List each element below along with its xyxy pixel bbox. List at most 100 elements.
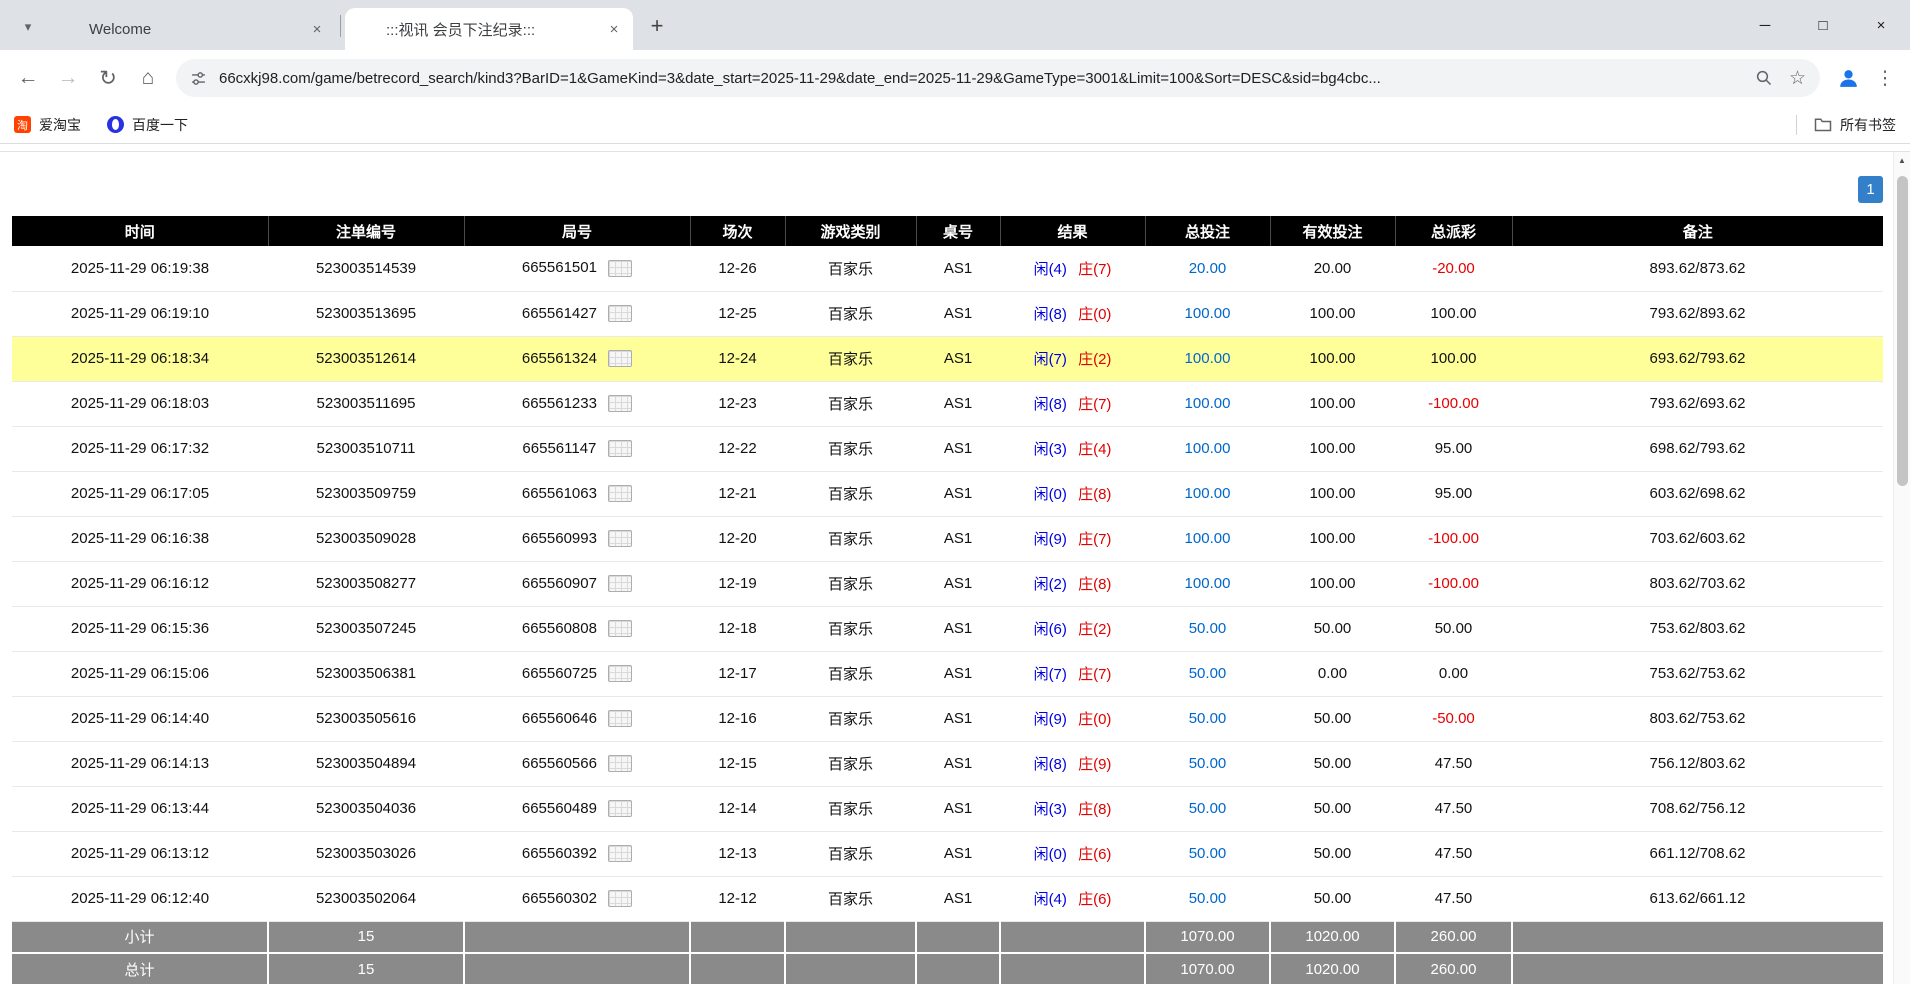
- cell-payout: 95.00: [1395, 471, 1512, 516]
- zoom-icon[interactable]: [1755, 69, 1773, 87]
- game-road-icon[interactable]: [608, 305, 632, 322]
- cell-valid-bet: 100.00: [1270, 561, 1395, 606]
- cell-time: 2025-11-29 06:15:36: [12, 606, 268, 651]
- scrollbar-up-icon[interactable]: ▲: [1894, 152, 1910, 169]
- table-row[interactable]: 2025-11-29 06:13:44 523003504036 6655604…: [12, 786, 1883, 831]
- game-road-icon[interactable]: [608, 755, 632, 772]
- table-row[interactable]: 2025-11-29 06:17:32 523003510711 6655611…: [12, 426, 1883, 471]
- game-road-icon[interactable]: [608, 890, 632, 907]
- refresh-button[interactable]: ↻: [88, 58, 128, 98]
- game-road-icon[interactable]: [608, 620, 632, 637]
- cell-result: 闲(9) 庄(7): [1000, 516, 1145, 561]
- page-scrollbar[interactable]: ▲: [1893, 152, 1910, 984]
- cell-total-bet[interactable]: 50.00: [1145, 606, 1270, 651]
- game-road-icon[interactable]: [608, 260, 632, 277]
- game-road-icon[interactable]: [608, 485, 632, 502]
- table-row[interactable]: 2025-11-29 06:19:10 523003513695 6655614…: [12, 291, 1883, 336]
- cell-payout: 0.00: [1395, 651, 1512, 696]
- game-road-icon[interactable]: [608, 530, 632, 547]
- cell-game-type: 百家乐: [785, 876, 916, 921]
- cell-payout: 100.00: [1395, 291, 1512, 336]
- tab-bet-records[interactable]: :::视讯 会员下注纪录::: ×: [345, 8, 633, 50]
- profile-avatar[interactable]: [1828, 58, 1868, 98]
- home-button[interactable]: ⌂: [128, 58, 168, 98]
- tab-welcome[interactable]: Welcome ×: [48, 8, 336, 50]
- bookmark-aitaobao[interactable]: 淘 爱淘宝: [14, 115, 81, 135]
- cell-bet-id: 523003507245: [268, 606, 464, 651]
- cell-round-id: 665560907: [464, 561, 690, 606]
- close-button[interactable]: ×: [1852, 0, 1910, 50]
- cell-total-bet[interactable]: 100.00: [1145, 471, 1270, 516]
- cell-bet-id: 523003511695: [268, 381, 464, 426]
- tab-search-button[interactable]: ▾: [12, 10, 44, 42]
- grand-total-empty: [464, 953, 690, 984]
- game-road-icon[interactable]: [608, 395, 632, 412]
- site-info-icon[interactable]: [190, 70, 207, 87]
- grand-total-row: 总计 15 1070.00 1020.00 260.00: [12, 953, 1883, 984]
- cell-round-id: 665560808: [464, 606, 690, 651]
- cell-total-bet[interactable]: 100.00: [1145, 561, 1270, 606]
- cell-total-bet[interactable]: 100.00: [1145, 426, 1270, 471]
- browser-menu-icon[interactable]: ⋮: [1868, 58, 1902, 98]
- table-row[interactable]: 2025-11-29 06:17:05 523003509759 6655610…: [12, 471, 1883, 516]
- scrollbar-thumb[interactable]: [1897, 176, 1908, 486]
- subtotal-empty: [464, 921, 690, 953]
- cell-total-bet[interactable]: 50.00: [1145, 876, 1270, 921]
- cell-remark: 753.62/803.62: [1512, 606, 1883, 651]
- table-row[interactable]: 2025-11-29 06:15:06 523003506381 6655607…: [12, 651, 1883, 696]
- baidu-favicon: [107, 116, 124, 133]
- cell-total-bet[interactable]: 50.00: [1145, 741, 1270, 786]
- cell-total-bet[interactable]: 100.00: [1145, 516, 1270, 561]
- cell-total-bet[interactable]: 50.00: [1145, 651, 1270, 696]
- cell-result: 闲(8) 庄(0): [1000, 291, 1145, 336]
- back-button[interactable]: ←: [8, 58, 48, 98]
- game-road-icon[interactable]: [608, 575, 632, 592]
- minimize-button[interactable]: ─: [1736, 0, 1794, 50]
- cell-session: 12-22: [690, 426, 785, 471]
- game-road-icon[interactable]: [608, 845, 632, 862]
- bookmark-star-icon[interactable]: ☆: [1789, 69, 1806, 88]
- bookmark-baidu[interactable]: 百度一下: [107, 115, 188, 135]
- cell-total-bet[interactable]: 100.00: [1145, 381, 1270, 426]
- table-row[interactable]: 2025-11-29 06:16:38 523003509028 6655609…: [12, 516, 1883, 561]
- result-player: 闲(9): [1034, 531, 1067, 548]
- cell-table-no: AS1: [916, 336, 1000, 381]
- table-row[interactable]: 2025-11-29 06:16:12 523003508277 6655609…: [12, 561, 1883, 606]
- cell-total-bet[interactable]: 100.00: [1145, 291, 1270, 336]
- round-id-text: 665561324: [522, 350, 597, 367]
- url-input[interactable]: 66cxkj98.com/game/betrecord_search/kind3…: [219, 70, 1745, 87]
- cell-total-bet[interactable]: 50.00: [1145, 831, 1270, 876]
- game-road-icon[interactable]: [608, 440, 632, 457]
- game-road-icon[interactable]: [608, 710, 632, 727]
- tab-close-icon[interactable]: ×: [306, 18, 328, 40]
- table-row[interactable]: 2025-11-29 06:19:38 523003514539 6655615…: [12, 246, 1883, 291]
- pagination-page-1[interactable]: 1: [1858, 176, 1883, 203]
- game-road-icon[interactable]: [608, 800, 632, 817]
- cell-total-bet[interactable]: 20.00: [1145, 246, 1270, 291]
- table-row[interactable]: 2025-11-29 06:14:13 523003504894 6655605…: [12, 741, 1883, 786]
- table-row[interactable]: 2025-11-29 06:18:34 523003512614 6655613…: [12, 336, 1883, 381]
- cell-table-no: AS1: [916, 516, 1000, 561]
- tab-close-icon[interactable]: ×: [603, 18, 625, 40]
- game-road-icon[interactable]: [608, 350, 632, 367]
- all-bookmarks-button[interactable]: 所有书签: [1814, 115, 1896, 135]
- game-road-icon[interactable]: [608, 665, 632, 682]
- address-bar[interactable]: 66cxkj98.com/game/betrecord_search/kind3…: [176, 59, 1820, 97]
- cell-total-bet[interactable]: 50.00: [1145, 696, 1270, 741]
- cell-round-id: 665560725: [464, 651, 690, 696]
- new-tab-button[interactable]: +: [641, 10, 673, 42]
- cell-total-bet[interactable]: 50.00: [1145, 786, 1270, 831]
- bookmark-label: 百度一下: [132, 115, 188, 135]
- bet-records-tab-favicon: [359, 21, 376, 38]
- cell-total-bet[interactable]: 100.00: [1145, 336, 1270, 381]
- table-row[interactable]: 2025-11-29 06:12:40 523003502064 6655603…: [12, 876, 1883, 921]
- cell-valid-bet: 50.00: [1270, 786, 1395, 831]
- cell-valid-bet: 100.00: [1270, 381, 1395, 426]
- table-row[interactable]: 2025-11-29 06:18:03 523003511695 6655612…: [12, 381, 1883, 426]
- table-row[interactable]: 2025-11-29 06:13:12 523003503026 6655603…: [12, 831, 1883, 876]
- cell-valid-bet: 50.00: [1270, 876, 1395, 921]
- table-row[interactable]: 2025-11-29 06:14:40 523003505616 6655606…: [12, 696, 1883, 741]
- forward-button[interactable]: →: [48, 58, 88, 98]
- maximize-button[interactable]: □: [1794, 0, 1852, 50]
- table-row[interactable]: 2025-11-29 06:15:36 523003507245 6655608…: [12, 606, 1883, 651]
